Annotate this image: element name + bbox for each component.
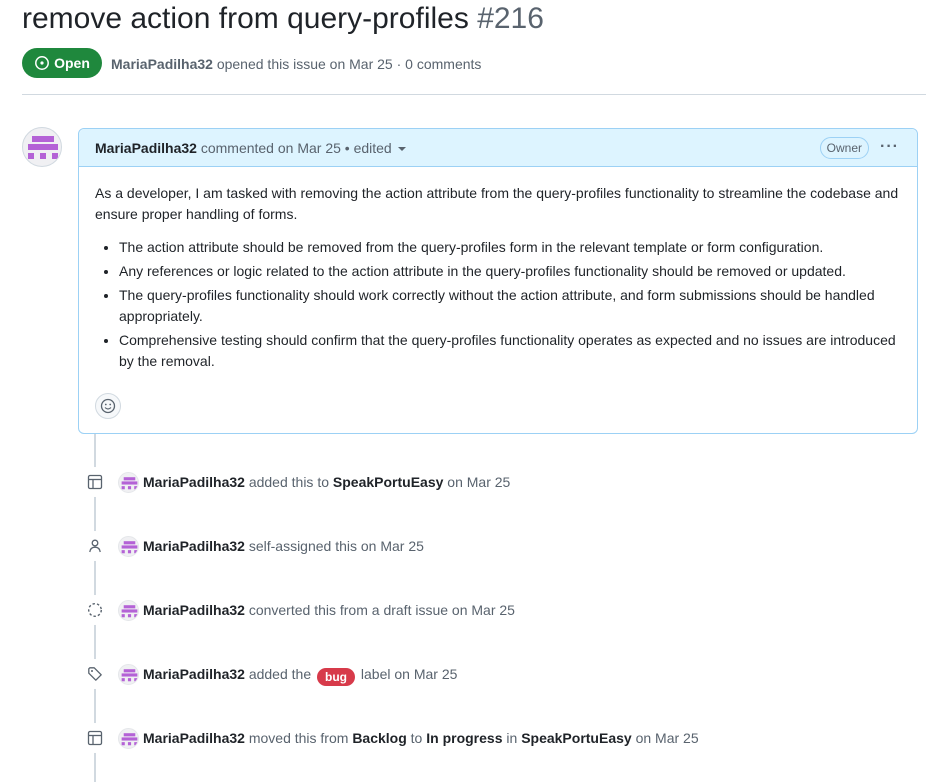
event-connector-text: to bbox=[410, 730, 423, 746]
event-text: MariaPadilha32 moved this from Backlog t… bbox=[143, 730, 699, 746]
event-user-link[interactable]: MariaPadilha32 bbox=[143, 730, 245, 746]
column-to: In progress bbox=[426, 730, 503, 746]
event-action-text: self-assigned this on Mar 25 bbox=[248, 538, 424, 554]
issue-opened-text: opened this issue on Mar 25 · 0 comments bbox=[216, 56, 482, 72]
issue-state-label: Open bbox=[54, 55, 90, 71]
event-date-text: on Mar 25 bbox=[447, 474, 511, 490]
owner-badge: Owner bbox=[819, 137, 869, 159]
issue-open-icon bbox=[35, 56, 50, 70]
event-connector-text: in bbox=[506, 730, 518, 746]
project-link[interactable]: SpeakPortuEasy bbox=[521, 730, 632, 746]
requirements-list: The action attribute should be removed f… bbox=[95, 237, 901, 372]
event-action-text: moved this from bbox=[248, 730, 349, 746]
avatar[interactable] bbox=[118, 600, 139, 621]
issue-state-badge: Open bbox=[22, 48, 102, 78]
project-table-icon bbox=[80, 467, 110, 497]
column-from: Backlog bbox=[352, 730, 407, 746]
person-icon bbox=[80, 531, 110, 561]
event-user-link[interactable]: MariaPadilha32 bbox=[143, 602, 245, 618]
event-action-text: added the bbox=[248, 666, 312, 682]
event-action-text: added this to bbox=[248, 474, 329, 490]
event-text: MariaPadilha32 added this to SpeakPortuE… bbox=[143, 474, 510, 490]
event-text: MariaPadilha32 self-assigned this on Mar… bbox=[143, 538, 424, 554]
event-action-text: converted this from a draft issue on Mar… bbox=[248, 602, 515, 618]
avatar[interactable] bbox=[118, 664, 139, 685]
avatar[interactable] bbox=[118, 536, 139, 557]
identicon-avatar bbox=[28, 136, 58, 159]
avatar[interactable] bbox=[118, 728, 139, 749]
event-text: MariaPadilha32 added the bug label on Ma… bbox=[143, 666, 457, 686]
add-reaction-button[interactable] bbox=[95, 393, 121, 419]
comment-body: As a developer, I am tasked with removin… bbox=[79, 167, 917, 372]
list-item: Comprehensive testing should confirm tha… bbox=[119, 330, 901, 372]
issue-meta: MariaPadilha32 opened this issue on Mar … bbox=[111, 56, 481, 72]
issue-comment: MariaPadilha32 commented on Mar 25 • edi… bbox=[78, 128, 918, 434]
avatar[interactable] bbox=[118, 472, 139, 493]
event-date-text: label on Mar 25 bbox=[360, 666, 458, 682]
header-divider bbox=[22, 94, 926, 95]
comment-meta: MariaPadilha32 commented on Mar 25 • edi… bbox=[95, 140, 406, 156]
timeline-event-labeled: MariaPadilha32 added the bug label on Ma… bbox=[80, 659, 920, 689]
issue-title: remove action from query-profiles #216 bbox=[22, 2, 544, 36]
tag-icon bbox=[80, 659, 110, 689]
project-link[interactable]: SpeakPortuEasy bbox=[333, 474, 444, 490]
comment-intro: As a developer, I am tasked with removin… bbox=[95, 185, 899, 222]
event-text: MariaPadilha32 converted this from a dra… bbox=[143, 602, 515, 618]
event-user-link[interactable]: MariaPadilha32 bbox=[143, 538, 245, 554]
smiley-icon bbox=[100, 398, 116, 414]
event-user-link[interactable]: MariaPadilha32 bbox=[143, 474, 245, 490]
event-date-text: on Mar 25 bbox=[635, 730, 699, 746]
comment-author-link[interactable]: MariaPadilha32 bbox=[95, 140, 197, 156]
list-item: The query-profiles functionality should … bbox=[119, 285, 901, 327]
bug-label[interactable]: bug bbox=[317, 668, 356, 686]
chevron-down-icon[interactable] bbox=[397, 147, 406, 152]
comment-meta-text[interactable]: commented on Mar 25 • edited bbox=[201, 140, 392, 156]
comment-header: MariaPadilha32 commented on Mar 25 • edi… bbox=[79, 129, 917, 167]
timeline-event-self-assigned: MariaPadilha32 self-assigned this on Mar… bbox=[80, 531, 920, 561]
event-user-link[interactable]: MariaPadilha32 bbox=[143, 666, 245, 682]
timeline-event-converted-draft: MariaPadilha32 converted this from a dra… bbox=[80, 595, 920, 625]
issue-title-text: remove action from query-profiles bbox=[22, 2, 469, 35]
project-table-icon bbox=[80, 723, 110, 753]
timeline-event-moved-column: MariaPadilha32 moved this from Backlog t… bbox=[80, 723, 920, 753]
kebab-menu-icon[interactable]: ··· bbox=[880, 138, 899, 156]
comment-author-avatar[interactable] bbox=[22, 127, 62, 167]
issue-number: #216 bbox=[477, 2, 544, 35]
draft-circle-icon bbox=[80, 595, 110, 625]
list-item: Any references or logic related to the a… bbox=[119, 261, 901, 282]
list-item: The action attribute should be removed f… bbox=[119, 237, 901, 258]
issue-author-link[interactable]: MariaPadilha32 bbox=[111, 56, 213, 72]
timeline-event-added-to-project: MariaPadilha32 added this to SpeakPortuE… bbox=[80, 467, 920, 497]
